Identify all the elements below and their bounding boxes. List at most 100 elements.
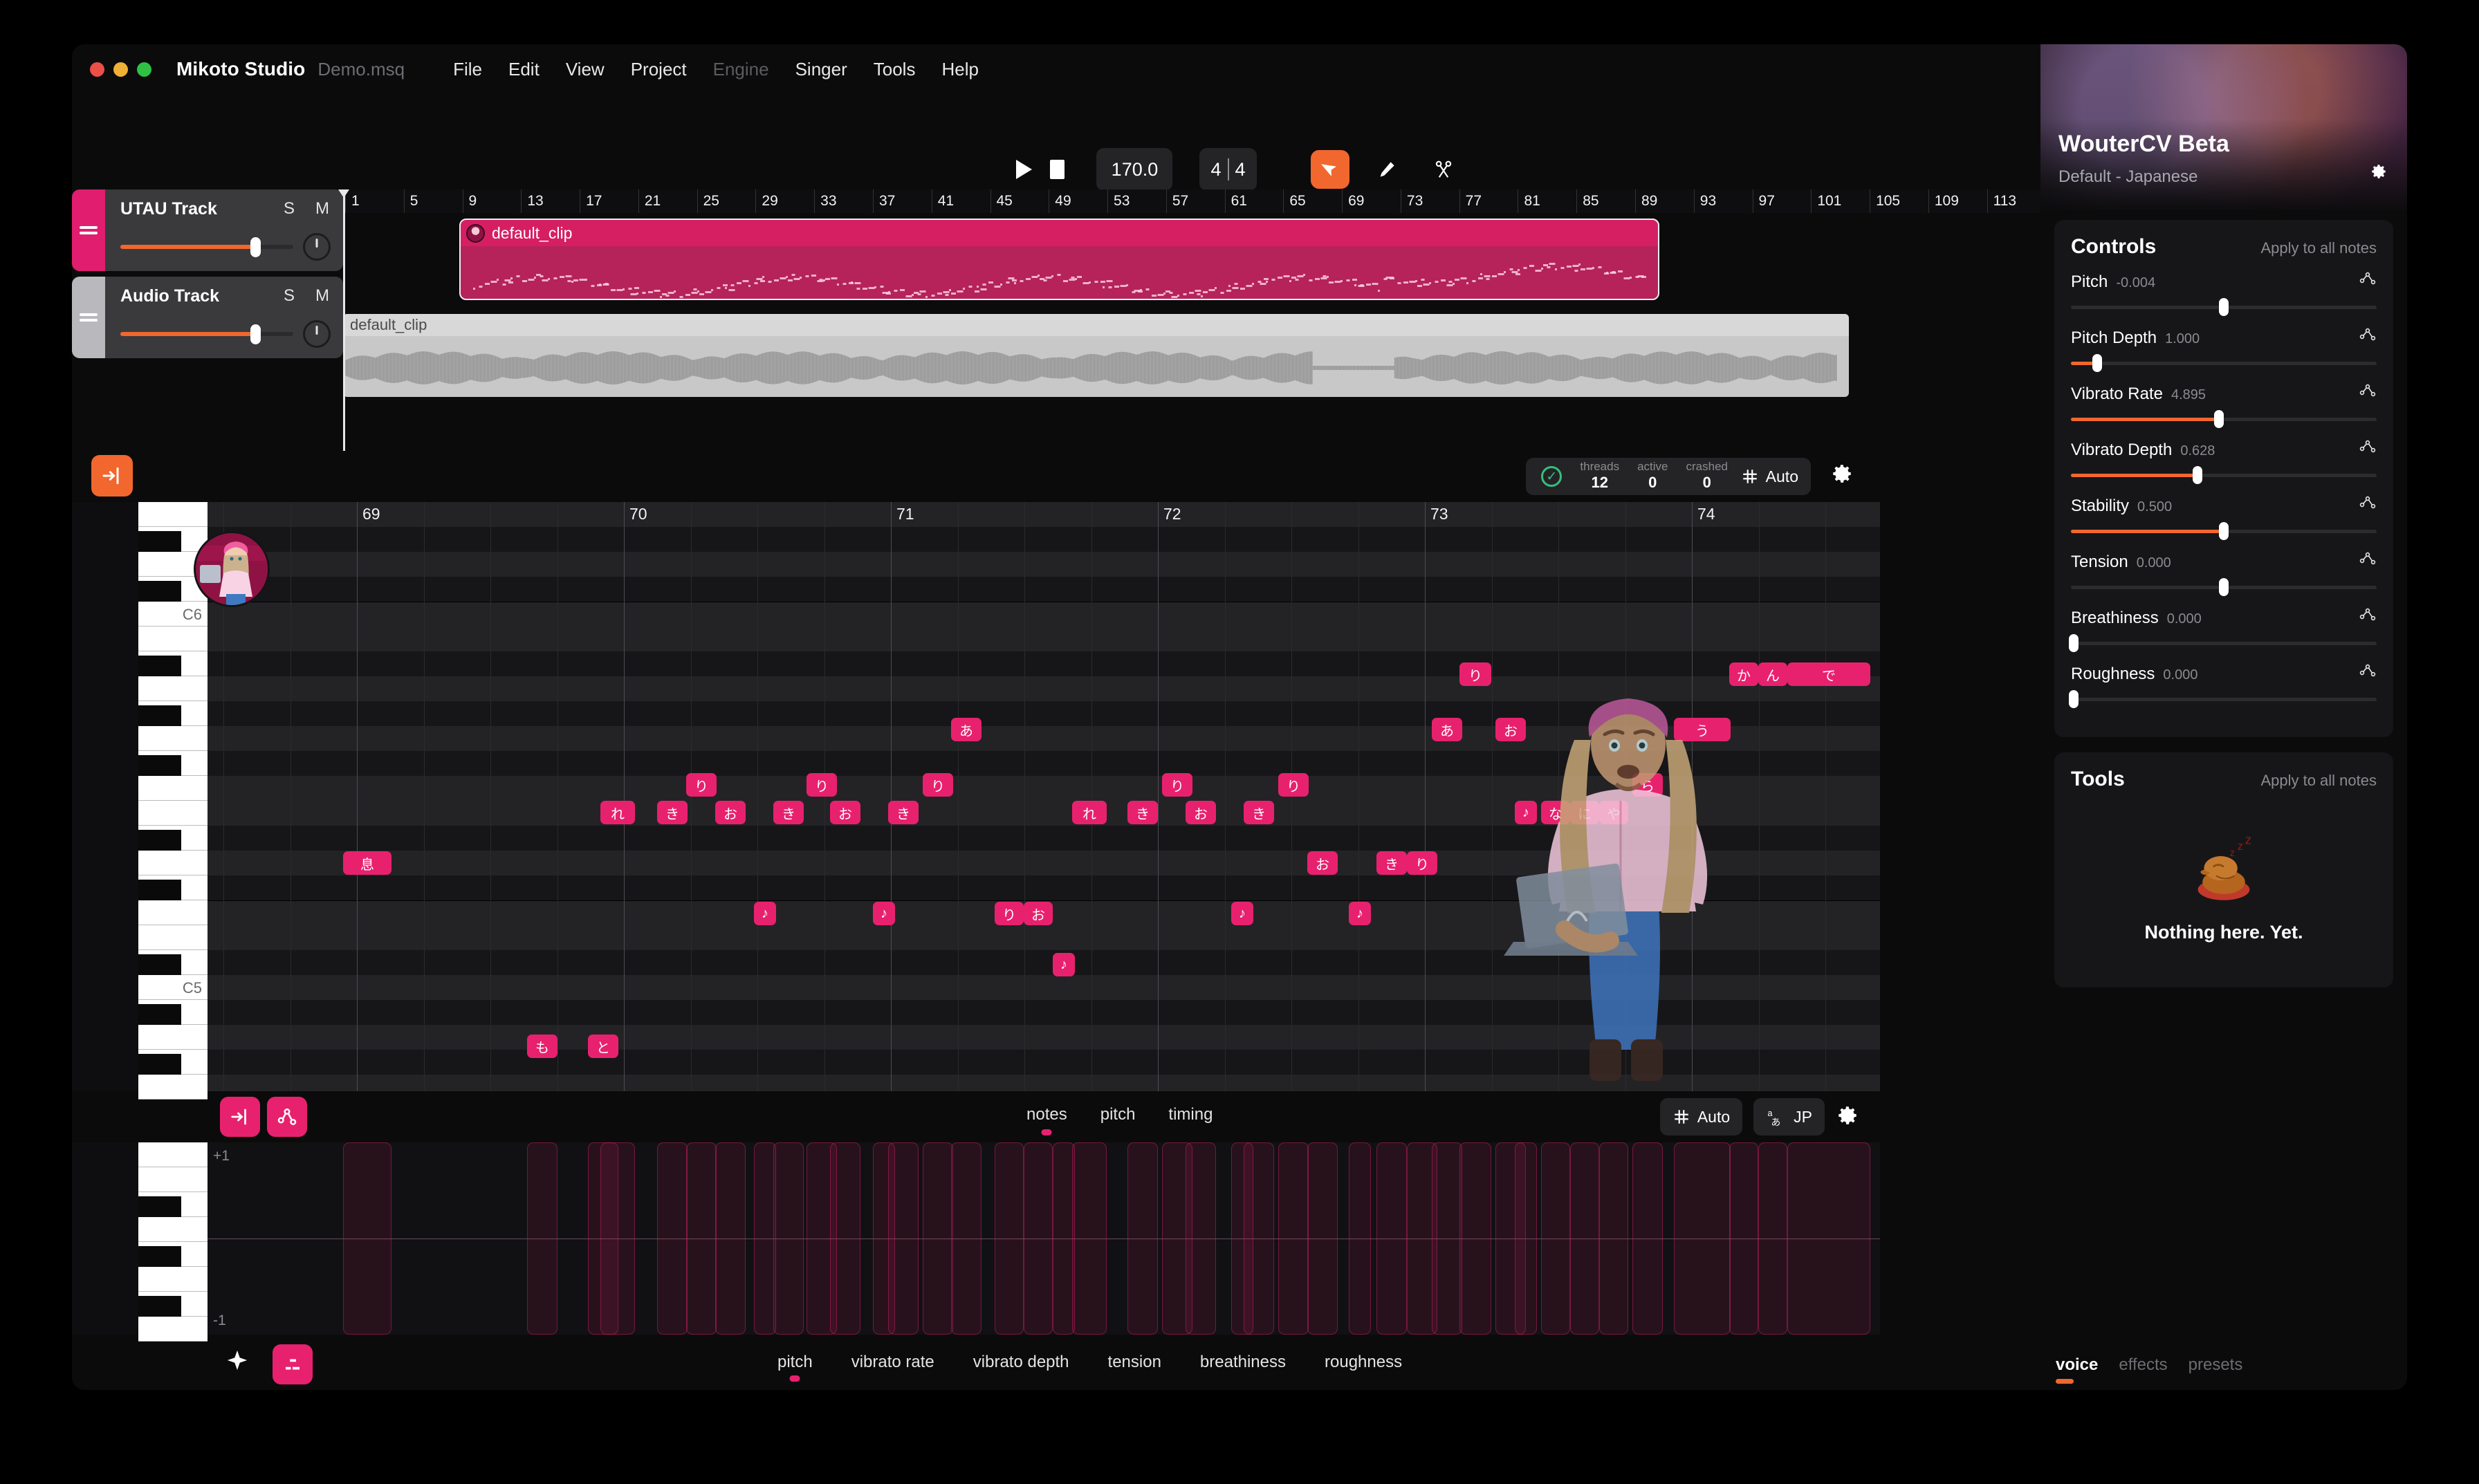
param-note-band[interactable] [754,1142,776,1335]
note[interactable]: お [715,801,746,824]
automation-curve-icon[interactable] [2359,551,2377,568]
controls-apply-all-button[interactable]: Apply to all notes [2260,239,2377,257]
note[interactable]: も [527,1035,557,1058]
note[interactable]: き [888,801,919,824]
grid-mode-button[interactable]: Auto [1728,458,1811,495]
voice-tab-effects[interactable]: effects [2119,1355,2167,1375]
param-note-band[interactable] [873,1142,895,1335]
note[interactable]: り [995,902,1024,925]
param-note-band[interactable] [1787,1142,1870,1335]
note[interactable]: り [1407,851,1437,875]
param-note-band[interactable] [923,1142,953,1335]
menu-file[interactable]: File [453,59,482,80]
slider-track[interactable] [2071,466,2377,484]
param-note-band[interactable] [1570,1142,1599,1335]
parameter-tab-vibrato-rate[interactable]: vibrato rate [851,1353,934,1372]
piano-roll-settings-button[interactable] [1830,462,1854,489]
note[interactable]: き [773,801,804,824]
slider-knob[interactable] [2219,522,2229,540]
param-grid-mode-button[interactable]: Auto [1659,1098,1743,1135]
slider-track[interactable] [2071,578,2377,596]
slider-track[interactable] [2069,690,2377,708]
track-pan-knob[interactable] [303,233,331,261]
note[interactable]: き [1376,851,1407,875]
track-mute-button[interactable]: M [315,199,329,219]
menu-project[interactable]: Project [631,59,687,80]
piano-key-white[interactable] [138,1267,208,1292]
slider-knob[interactable] [2219,298,2229,316]
slider-track[interactable] [2071,410,2377,428]
piano-roll[interactable]: C6C5 68697071727374りかんでああおうくる吸りりりりりられきおき… [72,502,1880,1100]
slider-pitch[interactable]: Pitch -0.004 [2071,271,2377,316]
clip-default-clip-utau[interactable]: default_clip [459,219,1659,300]
param-curve-button[interactable] [267,1097,307,1137]
parameter-tab-tension[interactable]: tension [1108,1353,1161,1372]
scissors-tool-button[interactable] [1424,150,1463,189]
snap-to-grid-button[interactable] [91,455,133,497]
note[interactable]: あ [951,718,982,741]
note[interactable]: ♪ [1349,902,1371,925]
note[interactable]: で [1787,662,1870,686]
note[interactable]: ♪ [1515,801,1537,824]
slider-pitch-depth[interactable]: Pitch Depth 1.000 [2071,328,2377,372]
time-signature-field[interactable]: 4 4 [1199,148,1257,191]
automation-curve-icon[interactable] [2359,271,2377,288]
select-tool-button[interactable] [1310,150,1349,189]
automation-curve-icon[interactable] [2359,607,2377,624]
menu-help[interactable]: Help [941,59,978,80]
close-button[interactable] [90,62,104,77]
note[interactable]: ♪ [754,902,776,925]
piano-key-black[interactable] [138,1054,181,1075]
track-color-handle[interactable] [72,189,105,271]
param-note-band[interactable] [1053,1142,1075,1335]
param-note-band[interactable] [1349,1142,1371,1335]
piano-key-white[interactable] [138,851,208,875]
menu-view[interactable]: View [566,59,605,80]
note[interactable]: れ [600,801,635,824]
note[interactable]: り [807,773,837,797]
piano-key-white[interactable] [138,1167,208,1192]
param-note-band[interactable] [951,1142,982,1335]
slider-track[interactable] [2071,354,2377,372]
slider-knob[interactable] [2219,578,2229,596]
piano-key-black[interactable] [138,1196,181,1217]
param-note-band[interactable] [1632,1142,1663,1335]
note[interactable]: お [1495,718,1526,741]
piano-key-white[interactable] [138,1142,208,1167]
piano-key-white[interactable] [138,900,208,925]
track-volume-slider[interactable] [120,324,293,344]
note[interactable]: り [1459,662,1491,686]
param-note-band[interactable] [1729,1142,1758,1335]
menu-edit[interactable]: Edit [508,59,540,80]
param-note-band[interactable] [1515,1142,1537,1335]
stop-button[interactable] [1050,160,1065,179]
note[interactable]: お [830,801,860,824]
piano-key-black[interactable] [138,1296,181,1317]
param-snap-button[interactable] [220,1097,260,1137]
piano-key-black[interactable] [138,1246,181,1267]
note[interactable]: ら [1632,773,1663,797]
slider-roughness[interactable]: Roughness 0.000 [2069,664,2377,708]
note[interactable]: れ [1072,801,1107,824]
piano-key-black[interactable] [138,755,181,776]
piano-key-white[interactable] [138,776,208,801]
param-note-band[interactable] [715,1142,746,1335]
param-note-band[interactable] [1599,1142,1628,1335]
slider-track[interactable] [2071,298,2377,316]
param-note-band[interactable] [1127,1142,1158,1335]
note[interactable]: き [1244,801,1274,824]
parameter-mixer-button[interactable] [273,1344,313,1384]
track-solo-button[interactable]: S [284,286,295,306]
note[interactable]: ♪ [1053,953,1075,976]
note[interactable]: 息 [343,851,391,875]
ai-sparkle-button[interactable] [225,1348,249,1375]
track-pan-knob[interactable] [303,320,331,348]
piano-key-white[interactable] [138,726,208,751]
note[interactable]: り [1162,773,1192,797]
parameter-tab-pitch[interactable]: pitch [777,1353,813,1382]
param-note-band[interactable] [1024,1142,1053,1335]
track-row[interactable]: Audio Track S M [72,277,343,358]
piano-key-white[interactable] [138,1217,208,1242]
pencil-tool-button[interactable] [1367,150,1406,189]
piano-key-white[interactable] [138,1025,208,1050]
